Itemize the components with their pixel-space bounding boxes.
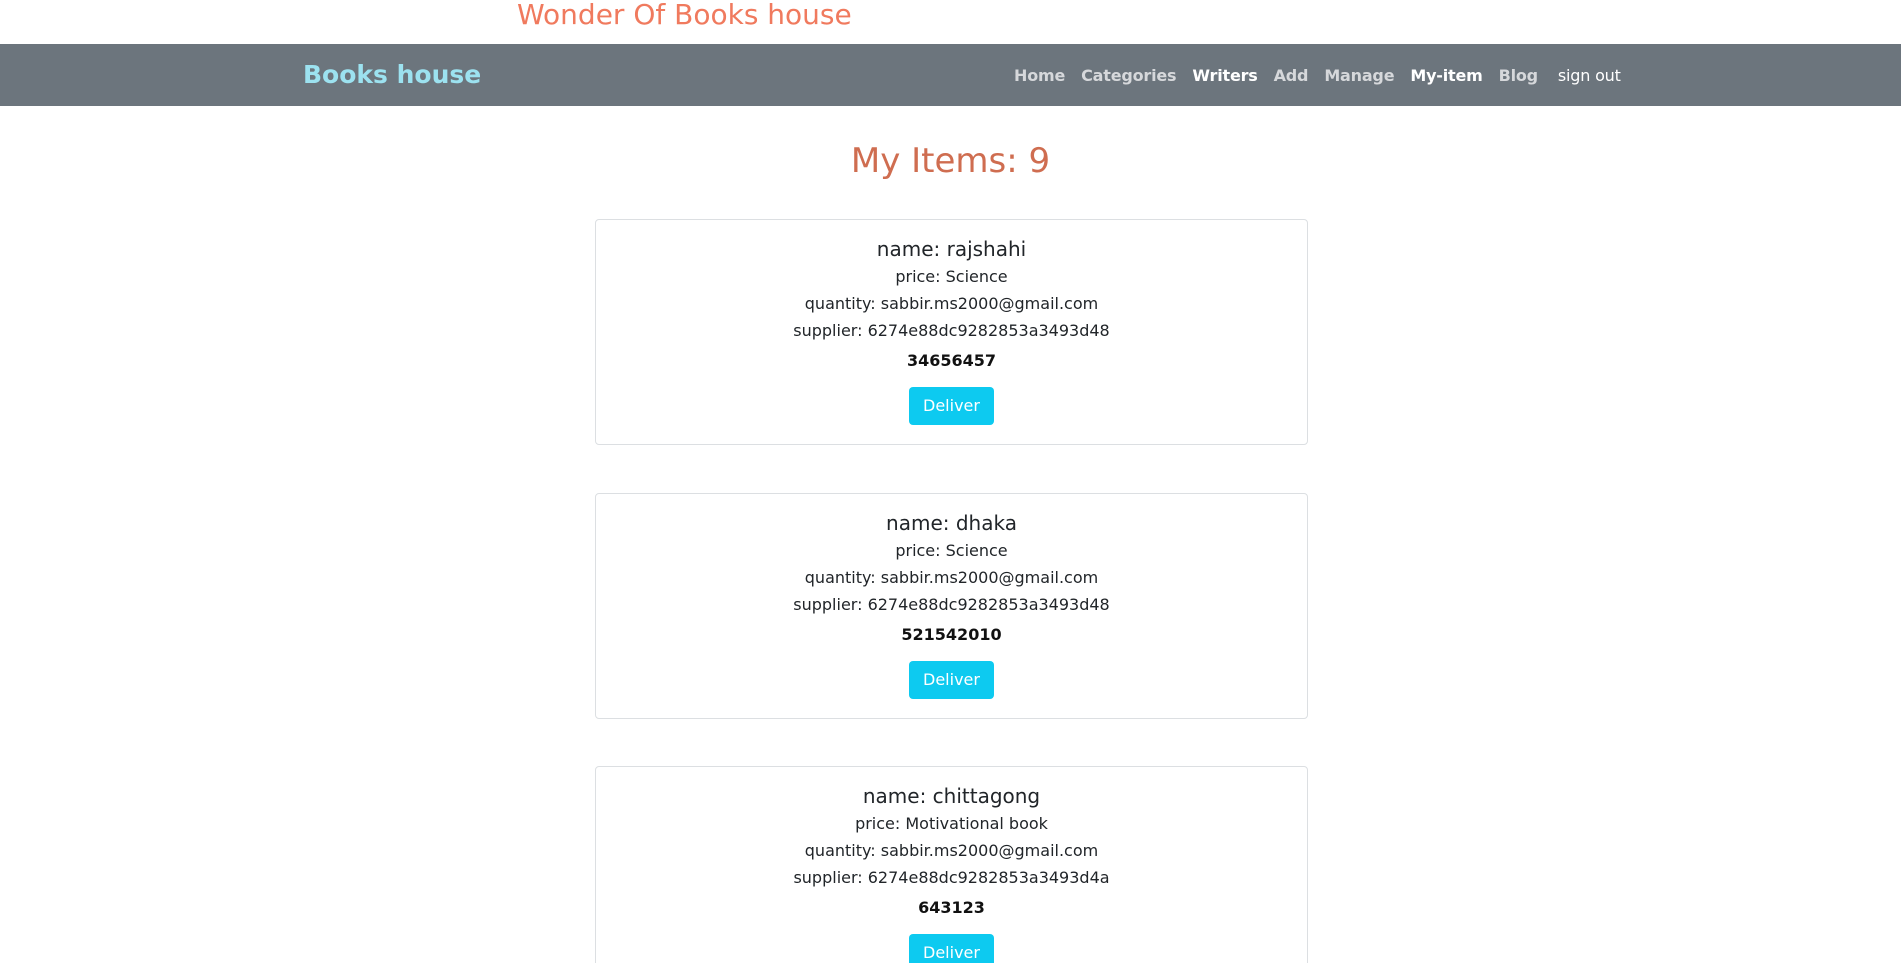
nav-writers[interactable]: Writers — [1192, 66, 1257, 85]
item-quantity: quantity: sabbir.ms2000@gmail.com — [804, 568, 1099, 587]
item-card: name: chittagong price: Motivational boo… — [595, 766, 1308, 963]
sign-out-link[interactable]: sign out — [1558, 66, 1621, 85]
top-banner: Wonder Of Books house — [0, 0, 1901, 44]
item-name: name: dhaka — [886, 511, 1017, 535]
item-id: 643123 — [918, 898, 985, 917]
item-quantity: quantity: sabbir.ms2000@gmail.com — [804, 841, 1099, 860]
item-price: price: Motivational book — [855, 814, 1048, 833]
nav-categories[interactable]: Categories — [1081, 66, 1176, 85]
deliver-button[interactable]: Deliver — [909, 661, 994, 699]
item-supplier: supplier: 6274e88dc9282853a3493d4a — [793, 868, 1110, 887]
nav-blog[interactable]: Blog — [1499, 66, 1539, 85]
item-card: name: rajshahi price: Science quantity: … — [595, 219, 1308, 445]
item-name: name: chittagong — [862, 784, 1041, 808]
nav-manage[interactable]: Manage — [1324, 66, 1394, 85]
navbar: Books house Home Categories Writers Add … — [0, 44, 1901, 106]
item-card: name: dhaka price: Science quantity: sab… — [595, 493, 1308, 719]
nav-add[interactable]: Add — [1274, 66, 1309, 85]
site-title: Wonder Of Books house — [517, 0, 852, 31]
nav-links: Home Categories Writers Add Manage My-it… — [1014, 44, 1621, 106]
deliver-button[interactable]: Deliver — [909, 934, 994, 963]
item-price: price: Science — [895, 541, 1008, 560]
brand-link[interactable]: Books house — [303, 44, 481, 106]
page-heading: My Items: 9 — [850, 141, 1051, 181]
nav-home[interactable]: Home — [1014, 66, 1065, 85]
item-price: price: Science — [895, 267, 1008, 286]
item-id: 34656457 — [906, 351, 997, 370]
deliver-button[interactable]: Deliver — [909, 387, 994, 425]
nav-my-item[interactable]: My-item — [1410, 66, 1482, 85]
item-quantity: quantity: sabbir.ms2000@gmail.com — [804, 294, 1099, 313]
item-supplier: supplier: 6274e88dc9282853a3493d48 — [793, 595, 1110, 614]
item-id: 521542010 — [901, 625, 1002, 644]
item-name: name: rajshahi — [876, 237, 1027, 261]
item-supplier: supplier: 6274e88dc9282853a3493d48 — [793, 321, 1110, 340]
